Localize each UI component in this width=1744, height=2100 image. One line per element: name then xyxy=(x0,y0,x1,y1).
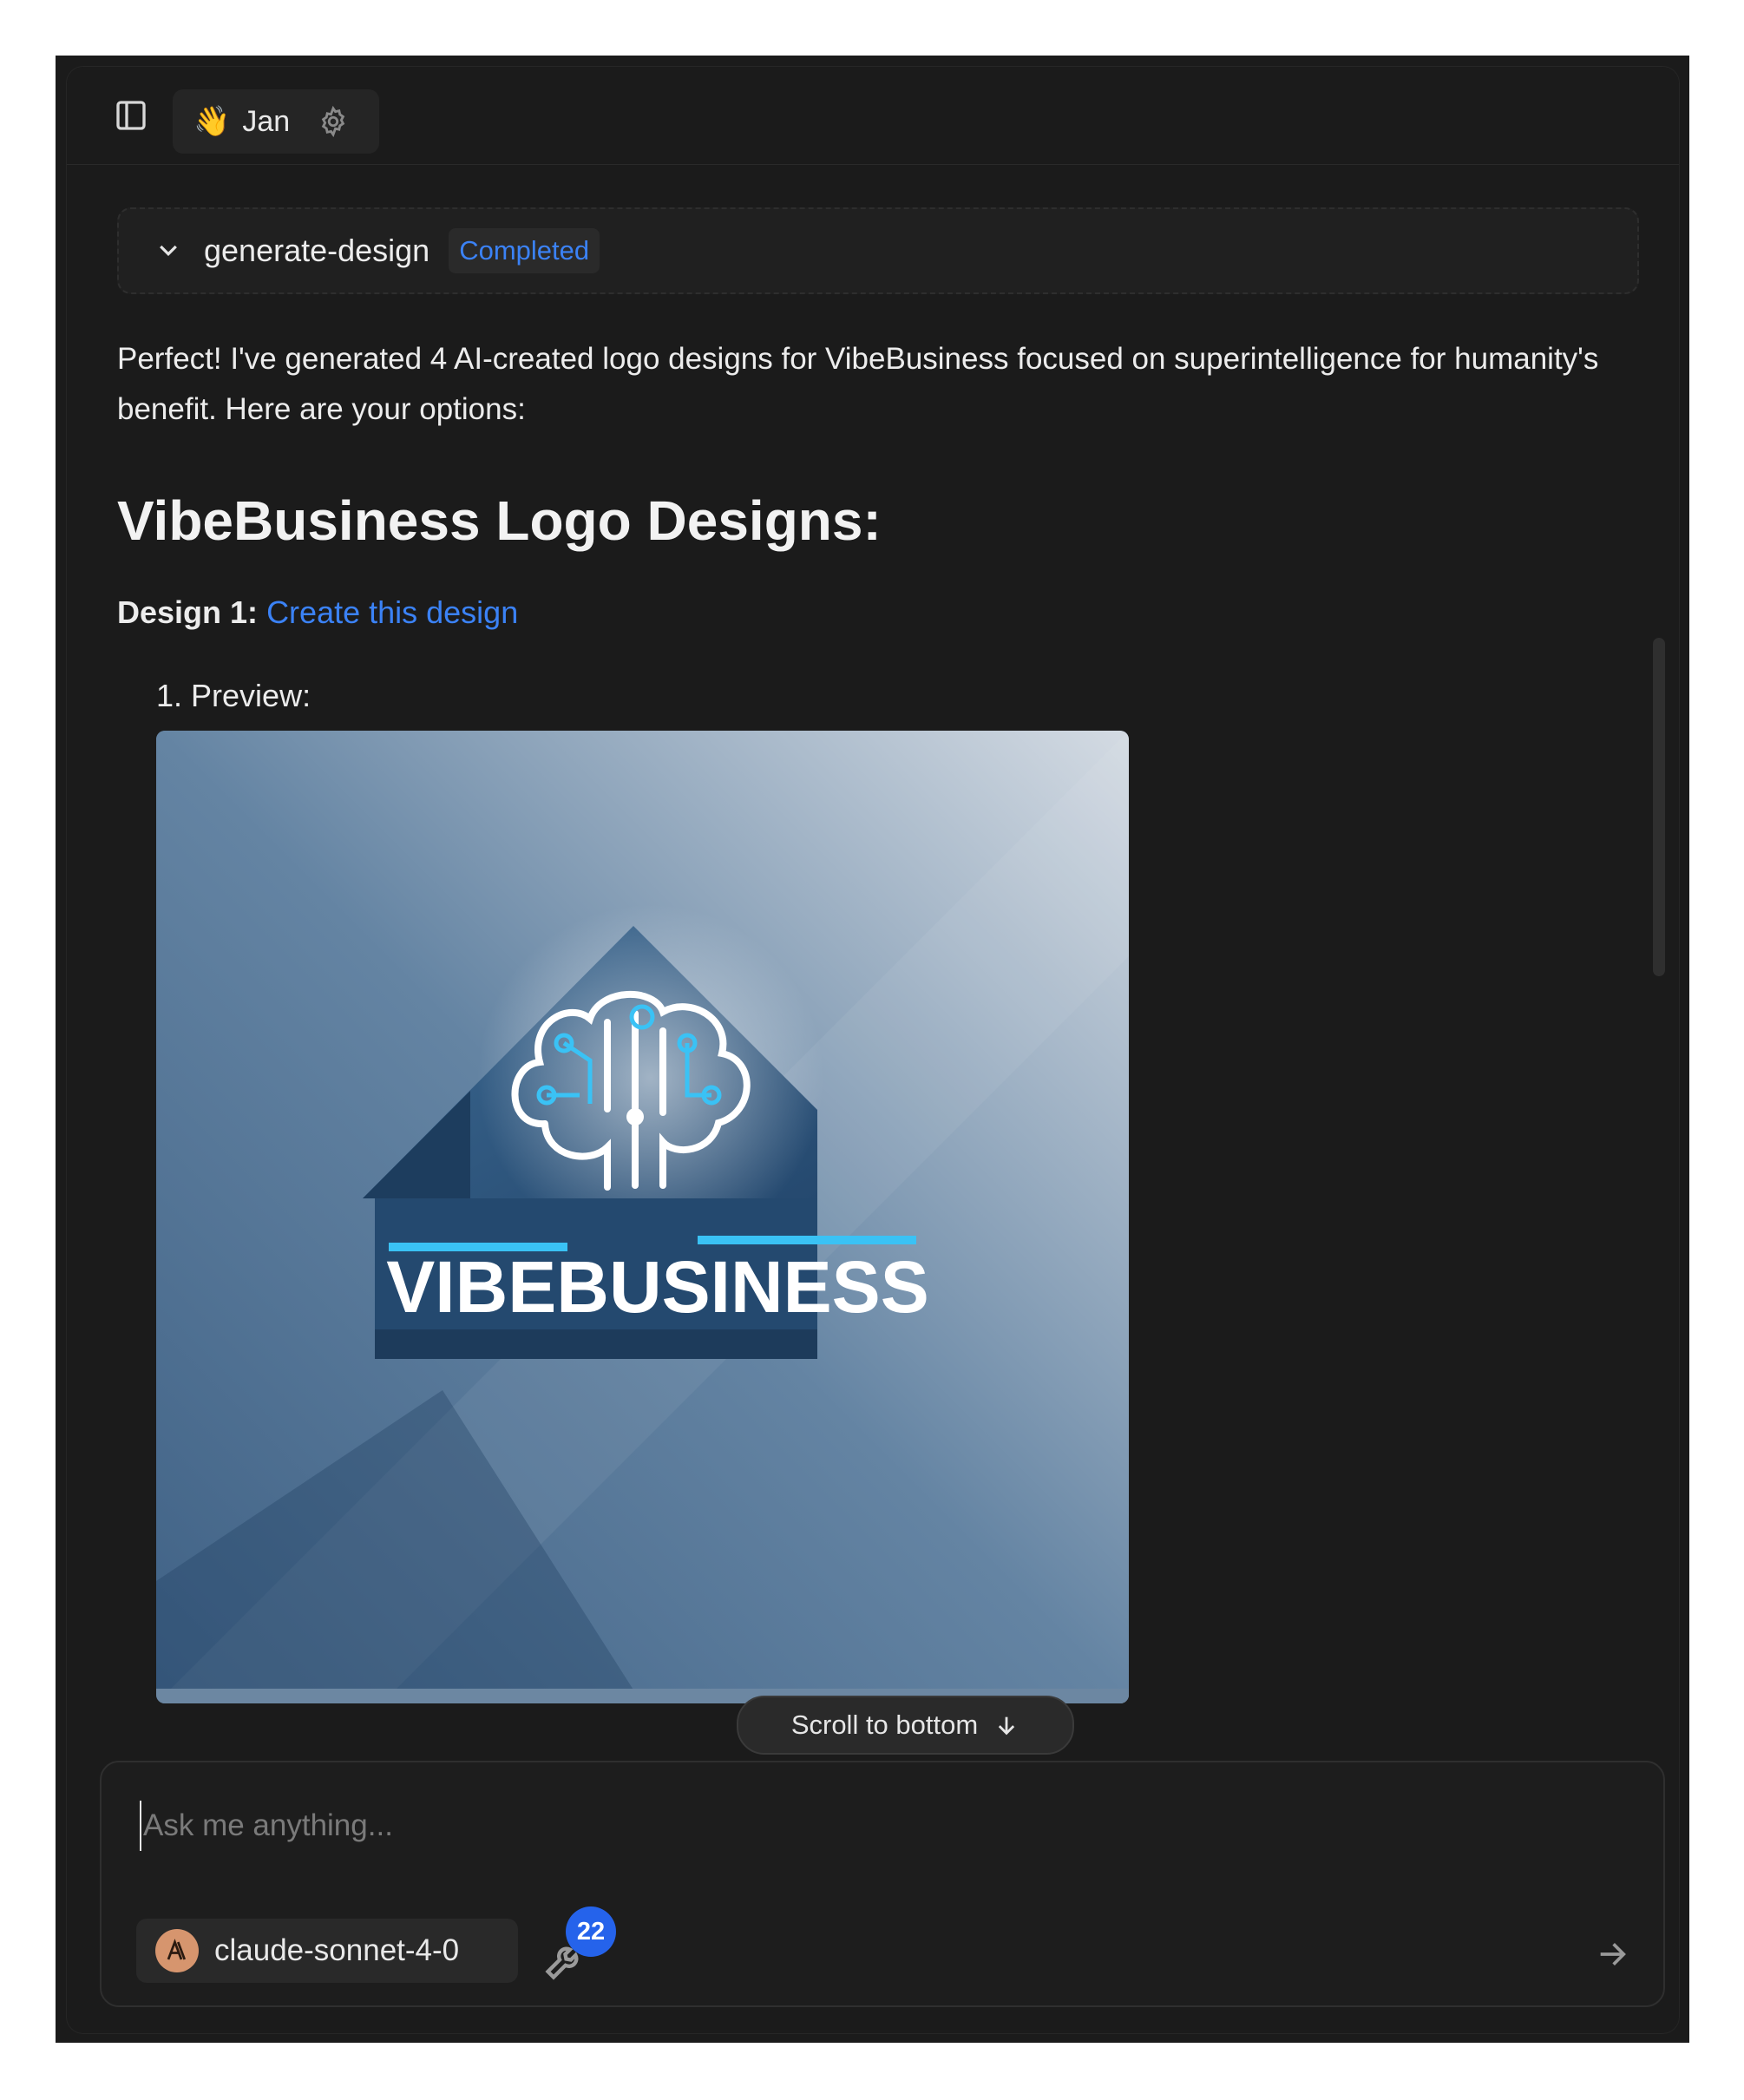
model-selector[interactable]: claude-sonnet-4-0 xyxy=(136,1919,518,1983)
model-name: claude-sonnet-4-0 xyxy=(214,1933,460,1967)
assistant-emoji: 👋 xyxy=(193,104,231,139)
chat-window: 👋 Jan generate-design Completed Perfect!… xyxy=(66,66,1680,2034)
conversation-area: generate-design Completed Perfect! I've … xyxy=(67,164,1679,1804)
scrollbar[interactable] xyxy=(1653,638,1665,976)
scroll-to-bottom-button[interactable]: Scroll to bottom xyxy=(737,1696,1074,1755)
design-label: Design 1: xyxy=(117,594,259,630)
logo-text: VIBEBUSINESS xyxy=(386,1246,929,1328)
assistant-selector[interactable]: 👋 Jan xyxy=(173,89,379,154)
logo-artwork: VIBEBUSINESS xyxy=(156,731,1129,1703)
gear-icon xyxy=(321,105,345,138)
chat-input[interactable] xyxy=(140,1801,1620,1851)
assistant-settings-button[interactable] xyxy=(316,104,351,139)
send-button[interactable] xyxy=(1590,1933,1634,1976)
scroll-to-bottom-label: Scroll to bottom xyxy=(790,1710,979,1740)
header: 👋 Jan xyxy=(67,67,1679,165)
design-item: Design 1: Create this design xyxy=(117,594,518,631)
tool-call-card[interactable]: generate-design Completed xyxy=(117,207,1639,294)
sidebar-toggle-icon xyxy=(116,101,146,130)
status-badge: Completed xyxy=(449,228,600,273)
expand-toggle[interactable] xyxy=(154,236,183,266)
app-frame: 👋 Jan generate-design Completed Perfect!… xyxy=(56,56,1689,2043)
message-composer: claude-sonnet-4-0 22 xyxy=(100,1761,1665,2007)
arrow-down-icon xyxy=(993,1712,1020,1738)
anthropic-logo-icon xyxy=(155,1929,199,1972)
tool-name: generate-design xyxy=(204,233,430,268)
assistant-message-text: Perfect! I've generated 4 AI-created log… xyxy=(117,342,1599,426)
logo-preview-image[interactable]: VIBEBUSINESS xyxy=(156,731,1129,1703)
arrow-right-icon xyxy=(1600,1943,1626,1965)
message-heading: VibeBusiness Logo Designs: xyxy=(117,489,882,552)
preview-label: 1. Preview: xyxy=(156,678,311,713)
assistant-name: Jan xyxy=(242,104,291,138)
create-design-link[interactable]: Create this design xyxy=(266,594,518,630)
chevron-down-icon xyxy=(160,245,177,257)
sidebar-toggle-button[interactable] xyxy=(110,95,152,136)
tools-button[interactable]: 22 xyxy=(542,1906,616,1993)
tools-count-badge: 22 xyxy=(566,1906,616,1957)
